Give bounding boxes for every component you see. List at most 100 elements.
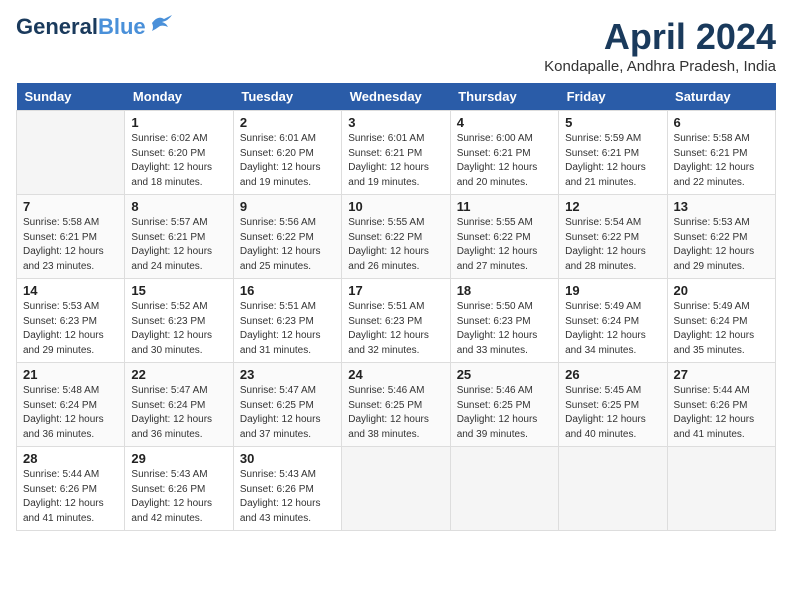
day-info: Sunrise: 6:01 AMSunset: 6:21 PMDaylight:… [348, 132, 443, 190]
calendar-table: SundayMondayTuesdayWednesdayThursdayFrid… [16, 83, 776, 531]
day-info: Sunrise: 6:00 AMSunset: 6:21 PMDaylight:… [457, 132, 552, 190]
day-number: 22 [131, 367, 226, 382]
day-number: 16 [240, 283, 335, 298]
day-number: 5 [565, 115, 660, 130]
day-number: 20 [674, 283, 769, 298]
col-header-wednesday: Wednesday [342, 83, 450, 111]
location: Kondapalle, Andhra Pradesh, India [544, 58, 776, 75]
calendar-cell: 25Sunrise: 5:46 AMSunset: 6:25 PMDayligh… [450, 363, 558, 447]
page-header: GeneralBlue April 2024 Kondapalle, Andhr… [16, 16, 776, 75]
calendar-cell: 23 Sunrise: 5:47 AMSunset: 6:25 PMDayligh… [233, 363, 341, 447]
calendar-week-row: 7Sunrise: 5:58 AMSunset: 6:21 PMDaylight… [17, 195, 776, 279]
calendar-cell [342, 447, 450, 531]
day-number: 27 [674, 367, 769, 382]
calendar-cell: 29Sunrise: 5:43 AMSunset: 6:26 PMDayligh… [125, 447, 233, 531]
col-header-monday: Monday [125, 83, 233, 111]
col-header-thursday: Thursday [450, 83, 558, 111]
logo-text: GeneralBlue [16, 16, 146, 38]
logo-bird-icon [150, 15, 172, 31]
day-info: Sunrise: 5:58 AMSunset: 6:21 PMDaylight:… [674, 132, 769, 190]
day-number: 9 [240, 199, 335, 214]
calendar-cell: 24 Sunrise: 5:46 AMSunset: 6:25 PMDayligh… [342, 363, 450, 447]
calendar-cell: 30 Sunrise: 5:43 AMSunset: 6:26 PMDayligh… [233, 447, 341, 531]
day-info: Sunrise: 5:49 AMSunset: 6:24 PMDaylight:… [674, 300, 769, 358]
day-info: Sunrise: 5:55 AMSunset: 6:22 PMDaylight:… [457, 216, 552, 274]
calendar-cell: 19Sunrise: 5:49 AMSunset: 6:24 PMDayligh… [559, 279, 667, 363]
day-info: Sunrise: 5:44 AMSunset: 6:26 PMDaylight:… [23, 468, 118, 526]
calendar-cell: 27 Sunrise: 5:44 AMSunset: 6:26 PMDayligh… [667, 363, 775, 447]
day-number: 30 [240, 451, 335, 466]
day-number: 15 [131, 283, 226, 298]
day-number: 14 [23, 283, 118, 298]
day-info: Sunrise: 5:45 AMSunset: 6:25 PMDaylight:… [565, 384, 660, 442]
calendar-cell: 10 Sunrise: 5:55 AMSunset: 6:22 PMDayligh… [342, 195, 450, 279]
day-number: 10 [348, 199, 443, 214]
calendar-cell: 14 Sunrise: 5:53 AMSunset: 6:23 PMDayligh… [17, 279, 125, 363]
calendar-week-row: 21 Sunrise: 5:48 AMSunset: 6:24 PMDayligh… [17, 363, 776, 447]
calendar-cell: 18 Sunrise: 5:50 AMSunset: 6:23 PMDayligh… [450, 279, 558, 363]
calendar-cell: 21 Sunrise: 5:48 AMSunset: 6:24 PMDayligh… [17, 363, 125, 447]
calendar-cell: 11 Sunrise: 5:55 AMSunset: 6:22 PMDayligh… [450, 195, 558, 279]
day-info: Sunrise: 5:54 AMSunset: 6:22 PMDaylight:… [565, 216, 660, 274]
calendar-cell: 2 Sunrise: 6:01 AMSunset: 6:20 PMDaylight… [233, 111, 341, 195]
day-info: Sunrise: 5:53 AMSunset: 6:23 PMDaylight:… [23, 300, 118, 358]
day-info: Sunrise: 5:49 AMSunset: 6:24 PMDaylight:… [565, 300, 660, 358]
day-info: Sunrise: 5:48 AMSunset: 6:24 PMDaylight:… [23, 384, 118, 442]
day-number: 26 [565, 367, 660, 382]
day-number: 6 [674, 115, 769, 130]
day-number: 18 [457, 283, 552, 298]
calendar-cell: 9 Sunrise: 5:56 AMSunset: 6:22 PMDaylight… [233, 195, 341, 279]
day-info: Sunrise: 5:56 AMSunset: 6:22 PMDaylight:… [240, 216, 335, 274]
day-info: Sunrise: 5:46 AMSunset: 6:25 PMDaylight:… [348, 384, 443, 442]
calendar-cell: 13Sunrise: 5:53 AMSunset: 6:22 PMDayligh… [667, 195, 775, 279]
calendar-cell: 16Sunrise: 5:51 AMSunset: 6:23 PMDayligh… [233, 279, 341, 363]
calendar-week-row: 28 Sunrise: 5:44 AMSunset: 6:26 PMDayligh… [17, 447, 776, 531]
calendar-week-row: 14 Sunrise: 5:53 AMSunset: 6:23 PMDayligh… [17, 279, 776, 363]
day-number: 1 [131, 115, 226, 130]
day-number: 3 [348, 115, 443, 130]
calendar-cell: 17 Sunrise: 5:51 AMSunset: 6:23 PMDayligh… [342, 279, 450, 363]
day-info: Sunrise: 5:47 AMSunset: 6:24 PMDaylight:… [131, 384, 226, 442]
calendar-cell: 22 Sunrise: 5:47 AMSunset: 6:24 PMDayligh… [125, 363, 233, 447]
logo: GeneralBlue [16, 16, 172, 38]
day-info: Sunrise: 5:47 AMSunset: 6:25 PMDaylight:… [240, 384, 335, 442]
calendar-cell: 26 Sunrise: 5:45 AMSunset: 6:25 PMDayligh… [559, 363, 667, 447]
calendar-cell [17, 111, 125, 195]
day-number: 29 [131, 451, 226, 466]
calendar-cell: 8Sunrise: 5:57 AMSunset: 6:21 PMDaylight… [125, 195, 233, 279]
day-number: 23 [240, 367, 335, 382]
calendar-cell: 6 Sunrise: 5:58 AMSunset: 6:21 PMDaylight… [667, 111, 775, 195]
calendar-cell [450, 447, 558, 531]
day-info: Sunrise: 5:44 AMSunset: 6:26 PMDaylight:… [674, 384, 769, 442]
day-info: Sunrise: 5:51 AMSunset: 6:23 PMDaylight:… [348, 300, 443, 358]
day-number: 21 [23, 367, 118, 382]
day-number: 28 [23, 451, 118, 466]
calendar-cell: 3 Sunrise: 6:01 AMSunset: 6:21 PMDaylight… [342, 111, 450, 195]
day-info: Sunrise: 5:50 AMSunset: 6:23 PMDaylight:… [457, 300, 552, 358]
day-number: 4 [457, 115, 552, 130]
month-title: April 2024 [544, 16, 776, 58]
day-number: 17 [348, 283, 443, 298]
calendar-cell: 1 Sunrise: 6:02 AMSunset: 6:20 PMDaylight… [125, 111, 233, 195]
col-header-sunday: Sunday [17, 83, 125, 111]
day-info: Sunrise: 5:55 AMSunset: 6:22 PMDaylight:… [348, 216, 443, 274]
day-info: Sunrise: 5:53 AMSunset: 6:22 PMDaylight:… [674, 216, 769, 274]
calendar-header-row: SundayMondayTuesdayWednesdayThursdayFrid… [17, 83, 776, 111]
day-number: 12 [565, 199, 660, 214]
calendar-cell: 15Sunrise: 5:52 AMSunset: 6:23 PMDayligh… [125, 279, 233, 363]
calendar-cell: 5 Sunrise: 5:59 AMSunset: 6:21 PMDaylight… [559, 111, 667, 195]
day-number: 2 [240, 115, 335, 130]
day-info: Sunrise: 5:59 AMSunset: 6:21 PMDaylight:… [565, 132, 660, 190]
calendar-cell [559, 447, 667, 531]
day-info: Sunrise: 5:46 AMSunset: 6:25 PMDaylight:… [457, 384, 552, 442]
calendar-cell: 7Sunrise: 5:58 AMSunset: 6:21 PMDaylight… [17, 195, 125, 279]
day-info: Sunrise: 6:02 AMSunset: 6:20 PMDaylight:… [131, 132, 226, 190]
day-number: 11 [457, 199, 552, 214]
col-header-tuesday: Tuesday [233, 83, 341, 111]
day-info: Sunrise: 6:01 AMSunset: 6:20 PMDaylight:… [240, 132, 335, 190]
day-info: Sunrise: 5:43 AMSunset: 6:26 PMDaylight:… [240, 468, 335, 526]
calendar-cell: 20 Sunrise: 5:49 AMSunset: 6:24 PMDayligh… [667, 279, 775, 363]
title-block: April 2024 Kondapalle, Andhra Pradesh, I… [544, 16, 776, 75]
day-number: 7 [23, 199, 118, 214]
day-number: 24 [348, 367, 443, 382]
